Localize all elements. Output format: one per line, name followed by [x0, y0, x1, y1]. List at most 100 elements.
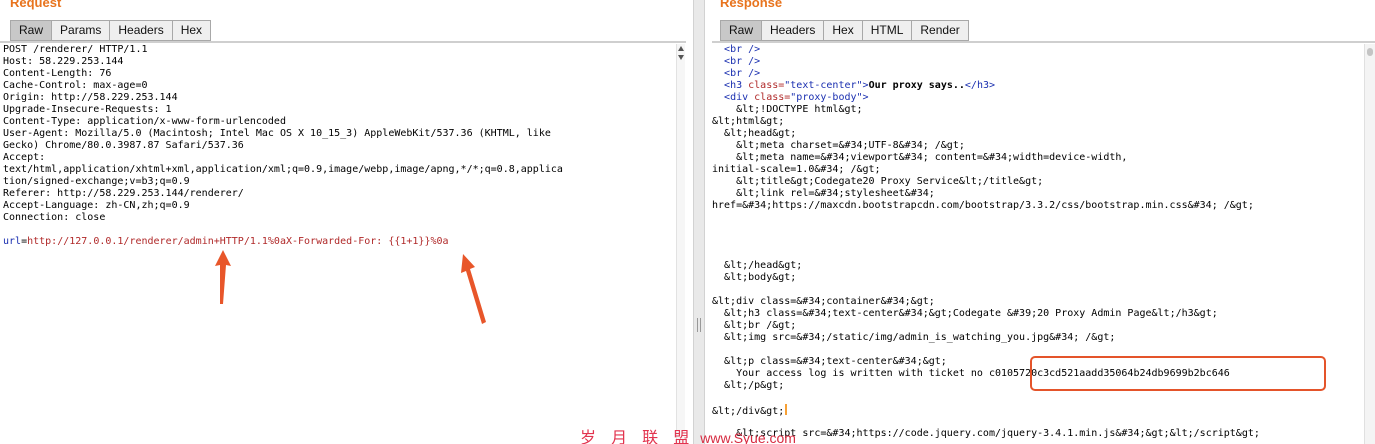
response-line: &lt;div class=&#34;container&#34;&gt;	[712, 296, 1362, 308]
request-tab-headers[interactable]: Headers	[109, 20, 172, 41]
request-header-line: Cache-Control: max-age=0	[3, 80, 148, 91]
request-editor[interactable]: POST /renderer/ HTTP/1.1 Host: 58.229.253…	[3, 44, 675, 444]
response-token-i	[712, 260, 724, 271]
watermark-site: www.Syue.com	[700, 430, 796, 444]
response-line: &lt;html&gt;	[712, 116, 1362, 128]
request-panel-title: Request	[10, 0, 62, 10]
response-token-tag: <br />	[724, 56, 761, 67]
response-token-tag: <br />	[724, 44, 761, 55]
response-panel-title: Response	[720, 0, 783, 10]
response-token-i	[712, 320, 724, 331]
response-line: initial-scale=1.0&#34; /&gt;	[712, 164, 1362, 176]
response-token-i	[712, 128, 724, 139]
scrollbar-thumb[interactable]	[1367, 48, 1373, 56]
request-tab-raw[interactable]: Raw	[10, 20, 52, 41]
response-line: &lt;!DOCTYPE html&gt;	[712, 104, 1362, 116]
response-token-tag: <br />	[724, 68, 761, 79]
response-line: <br />	[712, 56, 1362, 68]
arrow-up-icon	[461, 254, 486, 324]
splitter-grip-icon[interactable]	[697, 318, 701, 332]
response-token-text: initial-scale=1.0&#34; /&gt;	[712, 164, 881, 175]
response-line: &lt;/head&gt;	[712, 260, 1362, 272]
response-token-i	[712, 368, 736, 379]
request-tab-params[interactable]: Params	[51, 20, 110, 41]
response-line: href=&#34;https://maxcdn.bootstrapcdn.co…	[712, 200, 1362, 212]
request-header-line: POST /renderer/ HTTP/1.1	[3, 44, 148, 55]
response-token-i	[712, 308, 724, 319]
scroll-up-icon[interactable]	[678, 46, 684, 51]
response-token-text: &lt;/head&gt;	[724, 260, 803, 271]
response-token-text: &lt;p class=&#34;text-center&#34;&gt;	[724, 356, 947, 367]
response-tab-hex[interactable]: Hex	[823, 20, 862, 41]
response-token-str: "text-center"	[784, 80, 863, 91]
request-header-line: Accept-Language: zh-CN,zh;q=0.9	[3, 200, 190, 211]
response-token-text: &lt;div class=&#34;container&#34;&gt;	[712, 296, 935, 307]
response-token-text: Our proxy says..	[868, 80, 965, 91]
response-line: &lt;h3 class=&#34;text-center&#34;&gt;Co…	[712, 308, 1362, 320]
request-header-line: Upgrade-Insecure-Requests: 1	[3, 104, 172, 115]
request-header-line: Accept:	[3, 152, 46, 163]
response-token-i	[712, 44, 724, 55]
request-scrollbar[interactable]	[676, 44, 685, 444]
response-token-i	[712, 140, 736, 151]
text-cursor	[785, 404, 788, 415]
response-line: <div class="proxy-body">	[712, 92, 1362, 104]
request-header-line: Host: 58.229.253.144	[3, 56, 124, 67]
response-line: &lt;br /&gt;	[712, 320, 1362, 332]
pane-splitter[interactable]	[693, 0, 705, 444]
response-token-i	[712, 272, 724, 283]
request-header-line: Gecko) Chrome/80.0.3987.87 Safari/537.36	[3, 140, 244, 151]
response-token-i	[712, 380, 724, 391]
request-header-line: Content-Length: 76	[3, 68, 112, 79]
response-token-attr: class=	[754, 92, 791, 103]
response-token-text: &lt;img src=&#34;/static/img/admin_is_wa…	[724, 332, 1116, 343]
response-token-tag: <div	[724, 92, 755, 103]
request-header-line: Referer: http://58.229.253.144/renderer/	[3, 188, 244, 199]
response-token-i	[712, 332, 724, 343]
response-token-i	[712, 176, 736, 187]
response-token-i	[712, 80, 724, 91]
request-tab-hex[interactable]: Hex	[171, 20, 212, 41]
response-line: &lt;body&gt;	[712, 272, 1362, 284]
response-line: <br />	[712, 68, 1362, 80]
response-token-text: &lt;link rel=&#34;stylesheet&#34;	[736, 188, 935, 199]
response-token-str: "proxy-body"	[790, 92, 863, 103]
response-tabs: Raw Headers Hex HTML Render	[720, 20, 969, 41]
response-line: &lt;meta charset=&#34;UTF-8&#34; /&gt;	[712, 140, 1362, 152]
response-token-text: &lt;br /&gt;	[724, 320, 797, 331]
response-tab-divider	[712, 41, 1375, 43]
response-token-i	[712, 152, 736, 163]
request-header-line: Content-Type: application/x-www-form-url…	[3, 116, 286, 127]
response-token-text: &lt;meta charset=&#34;UTF-8&#34; /&gt;	[736, 140, 965, 151]
body-param-key: url	[3, 236, 22, 247]
response-token-text: &lt;body&gt;	[724, 272, 797, 283]
response-line: &lt;script src=&#34;https://code.jquery.…	[712, 428, 1362, 440]
response-tab-raw[interactable]: Raw	[720, 20, 762, 41]
response-line: &lt;meta name=&#34;viewport&#34; content…	[712, 152, 1362, 164]
request-header-line: User-Agent: Mozilla/5.0 (Macintosh; Inte…	[3, 128, 551, 139]
response-token-i	[712, 356, 724, 367]
scroll-down-icon[interactable]	[678, 55, 684, 60]
response-token-text: &lt;!DOCTYPE html&gt;	[736, 104, 863, 115]
response-scrollbar[interactable]	[1364, 44, 1375, 444]
response-tab-render[interactable]: Render	[911, 20, 969, 41]
response-line: <br />	[712, 44, 1362, 56]
request-body-line: url=http://127.0.0.1/renderer/admin+HTTP…	[3, 236, 675, 248]
response-tab-headers[interactable]: Headers	[761, 20, 824, 41]
request-header-line: text/html,application/xhtml+xml,applicat…	[3, 164, 563, 175]
response-line: &lt;link rel=&#34;stylesheet&#34;	[712, 188, 1362, 200]
response-tab-html[interactable]: HTML	[861, 20, 912, 41]
request-header-line: Connection: close	[3, 212, 106, 223]
response-token-tag2: >	[862, 92, 869, 103]
watermark: 岁 月 联 盟 www.Syue.com	[580, 424, 796, 444]
response-token-text: &lt;/div&gt;	[712, 406, 785, 417]
body-param-value: http://127.0.0.1/renderer/admin+HTTP/1.1…	[27, 236, 449, 247]
response-line: &lt;/div&gt;	[712, 404, 1362, 417]
